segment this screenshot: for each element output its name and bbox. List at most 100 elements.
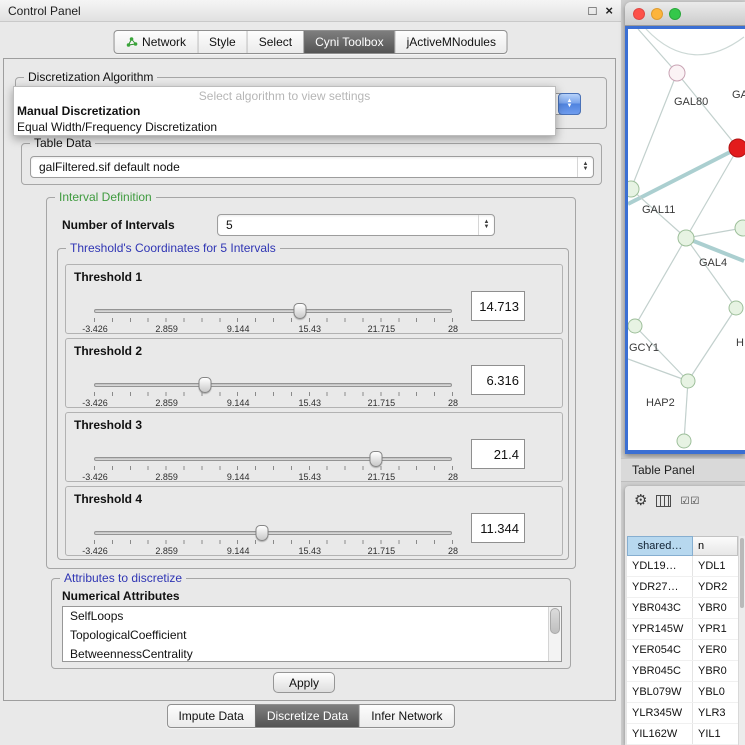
columns-icon[interactable] [656,495,671,507]
threshold-1-value-field[interactable]: 14.713 [471,291,525,321]
tab-style[interactable]: Style [197,31,247,53]
number-of-intervals-combobox[interactable]: 5 ▲▼ [217,214,495,236]
slider-scale-labels: -3.426 2.859 9.144 15.43 21.715 28 [95,324,453,336]
slider-scale-labels: -3.426 2.859 9.144 15.43 21.715 28 [95,546,453,558]
table-panel-window: ⚙ ☑☑ shared… n YDL19…YDL1 YDR27…YDR2 YBR… [625,486,745,745]
threshold-2-slider[interactable]: -3.426 2.859 9.144 15.43 21.715 28 [94,383,452,387]
network-canvas[interactable]: GAL80 GA GAL11 GAL4 GCY1 HAP2 H [628,29,745,450]
node [628,319,642,333]
threshold-1-box: Threshold 1 -3.426 2.859 9.144 15.43 21.… [65,264,563,334]
table-row[interactable]: YPR145WYPR1 [627,619,738,640]
threshold-4-slider-thumb[interactable] [256,525,269,541]
slider-ticks [94,392,454,396]
threshold-1-slider[interactable]: -3.426 2.859 9.144 15.43 21.715 28 [94,309,452,313]
threshold-4-label: Threshold 4 [74,492,142,506]
node [628,181,639,197]
threshold-4-slider[interactable]: -3.426 2.859 9.144 15.43 21.715 28 [94,531,452,535]
table-row[interactable]: YLR345WYLR3 [627,703,738,724]
list-item[interactable]: SelfLoops [63,607,561,626]
node-label: GAL80 [674,96,708,108]
threshold-3-value-field[interactable]: 21.4 [471,439,525,469]
tab-network-label: Network [142,35,186,49]
attributes-list[interactable]: SelfLoops TopologicalCoefficient Between… [62,606,562,662]
table-row[interactable]: YBR045CYBR0 [627,661,738,682]
table-row[interactable]: YBL079WYBL0 [627,682,738,703]
discretization-algorithm-group-title: Discretization Algorithm [24,70,157,84]
table-row[interactable]: YDR27…YDR2 [627,577,738,598]
screen: Control Panel □ × [0,0,745,745]
slider-ticks [94,540,454,544]
gear-icon[interactable]: ⚙ [634,492,647,510]
table-header-row: shared… n [627,536,738,556]
scrollbar-thumb[interactable] [740,538,744,608]
threshold-3-slider[interactable]: -3.426 2.859 9.144 15.43 21.715 28 [94,457,452,461]
node-label: GA [732,89,745,101]
network-window-titlebar [625,2,745,26]
node [729,301,743,315]
node-label: H [736,337,744,349]
tab-network[interactable]: Network [114,31,197,53]
table-data-combobox[interactable]: galFiltered.sif default node ▲▼ [30,156,594,178]
table-row[interactable]: YER054CYER0 [627,640,738,661]
algorithm-placeholder-option[interactable]: Select algorithm to view settings [14,87,555,103]
zoom-traffic-light-icon[interactable] [669,8,681,20]
scrollbar-thumb[interactable] [550,608,560,634]
thresholds-group-title: Threshold's Coordinates for 5 Intervals [66,241,280,255]
algorithm-option-manual[interactable]: Manual Discretization [14,103,555,119]
node [681,374,695,388]
threshold-2-slider-thumb[interactable] [199,377,212,393]
select-columns-checkboxes-icon[interactable]: ☑☑ [680,496,700,507]
number-of-intervals-value: 5 [226,218,233,232]
attributes-group: Attributes to discretize Numerical Attri… [51,578,571,669]
node-red [729,139,745,157]
bottom-tab-strip: Impute Data Discretize Data Infer Networ… [166,704,454,728]
threshold-2-box: Threshold 2 -3.426 2.859 9.144 15.43 21.… [65,338,563,408]
list-item[interactable]: BetweennessCentrality [63,645,561,662]
tab-jactivemodules[interactable]: jActiveMNodules [395,31,507,53]
threshold-4-value-field[interactable]: 11.344 [471,513,525,543]
tab-select[interactable]: Select [247,31,303,53]
threshold-1-slider-thumb[interactable] [294,303,307,319]
tab-infer-network[interactable]: Infer Network [359,705,453,727]
close-icon[interactable]: × [605,2,613,20]
top-tab-strip: Network Style Select Cyni Toolbox jActiv… [113,30,508,54]
control-panel-window: Control Panel □ × [0,0,621,745]
combo-stepper-icon: ▲▼ [478,215,494,235]
table-row[interactable]: YIL162WYIL1 [627,724,738,745]
algorithm-combobox-button[interactable]: ▲ ▼ [558,93,581,115]
list-item[interactable]: TopologicalCoefficient [63,626,561,645]
window-buttons: □ × [589,2,613,20]
apply-button[interactable]: Apply [273,672,335,693]
threshold-2-label: Threshold 2 [74,344,142,358]
node-table: shared… n YDL19…YDL1 YDR27…YDR2 YBR043CY… [627,536,738,745]
algorithm-option-equal-width[interactable]: Equal Width/Frequency Discretization [14,119,555,135]
table-panel-toolbar: ⚙ ☑☑ [634,492,700,510]
column-header-shared-name[interactable]: shared… [627,536,693,556]
attributes-group-title: Attributes to discretize [60,571,186,585]
node-label: GAL11 [642,204,675,216]
tab-discretize-data[interactable]: Discretize Data [255,705,359,727]
table-row[interactable]: YBR043CYBR0 [627,598,738,619]
table-row[interactable]: YDL19…YDL1 [627,556,738,577]
thresholds-group: Threshold's Coordinates for 5 Intervals … [57,248,569,560]
node-label: GAL4 [699,257,727,269]
threshold-3-slider-thumb[interactable] [370,451,383,467]
table-scrollbar[interactable] [738,536,745,745]
minimize-traffic-light-icon[interactable] [651,8,663,20]
numerical-attributes-label: Numerical Attributes [62,589,180,603]
tab-impute-data[interactable]: Impute Data [167,705,254,727]
network-view-frame: GAL80 GA GAL11 GAL4 GCY1 HAP2 H [625,26,745,454]
float-window-icon[interactable]: □ [589,2,597,20]
threshold-3-box: Threshold 3 -3.426 2.859 9.144 15.43 21.… [65,412,563,482]
table-panel-title: Table Panel [632,463,695,477]
network-view-window: GAL80 GA GAL11 GAL4 GCY1 HAP2 H [625,2,745,454]
algorithm-dropdown-popup: Select algorithm to view settings Manual… [13,86,556,136]
close-traffic-light-icon[interactable] [633,8,645,20]
attributes-scrollbar[interactable] [548,607,561,661]
node [735,220,745,236]
threshold-2-value-field[interactable]: 6.316 [471,365,525,395]
slider-scale-labels: -3.426 2.859 9.144 15.43 21.715 28 [95,398,453,410]
column-header-name[interactable]: n [693,536,738,556]
number-of-intervals-label: Number of Intervals [62,218,175,232]
tab-cyni-toolbox[interactable]: Cyni Toolbox [303,31,394,53]
